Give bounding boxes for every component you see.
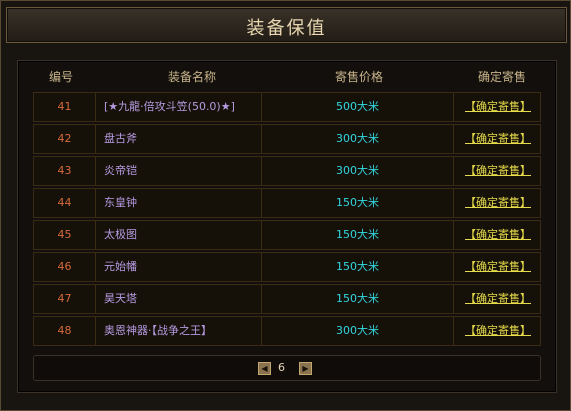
header-action: 确定寄售 (477, 70, 526, 84)
item-id: 42 (34, 125, 96, 153)
item-name: 奥恩神器·【战争之王】 (96, 317, 262, 345)
item-price: 300大米 (262, 157, 454, 185)
item-name: 盘古斧 (96, 125, 262, 153)
table-row: 45 太极图 150大米 【确定寄售】 (33, 220, 541, 250)
confirm-consign-cell: 【确定寄售】 (454, 221, 542, 249)
pagination-bar: ◀ 6 ▶ (33, 355, 541, 381)
table-row: 42 盘古斧 300大米 【确定寄售】 (33, 124, 541, 154)
item-price: 150大米 (262, 253, 454, 281)
item-id: 45 (34, 221, 96, 249)
confirm-consign-link[interactable]: 【确定寄售】 (465, 228, 531, 241)
item-name: 太极图 (96, 221, 262, 249)
item-price: 150大米 (262, 285, 454, 313)
confirm-consign-link[interactable]: 【确定寄售】 (465, 164, 531, 177)
item-name: 昊天塔 (96, 285, 262, 313)
game-window: 装备保值 编号 装备名称 寄售价格 确定寄售 41 [★九龍·倍攻斗笠(50.0… (0, 0, 571, 411)
confirm-consign-cell: 【确定寄售】 (454, 157, 542, 185)
arrow-right-icon[interactable]: ▶ (299, 362, 312, 375)
confirm-consign-link[interactable]: 【确定寄售】 (465, 260, 531, 273)
confirm-consign-link[interactable]: 【确定寄售】 (465, 196, 531, 209)
item-name: 元始幡 (96, 253, 262, 281)
confirm-consign-cell: 【确定寄售】 (454, 285, 542, 313)
table-row: 48 奥恩神器·【战争之王】 300大米 【确定寄售】 (33, 316, 541, 346)
confirm-consign-cell: 【确定寄售】 (454, 125, 542, 153)
confirm-consign-cell: 【确定寄售】 (454, 317, 542, 345)
header-price: 寄售价格 (334, 70, 383, 84)
title-bar: 装备保值 (6, 7, 567, 43)
confirm-consign-cell: 【确定寄售】 (454, 93, 542, 121)
confirm-consign-link[interactable]: 【确定寄售】 (465, 132, 531, 145)
item-price: 150大米 (262, 189, 454, 217)
item-price: 150大米 (262, 221, 454, 249)
header-id: 编号 (48, 70, 73, 84)
item-id: 43 (34, 157, 96, 185)
confirm-consign-cell: 【确定寄售】 (454, 189, 542, 217)
window-title: 装备保值 (246, 18, 327, 39)
item-id: 47 (34, 285, 96, 313)
table-row: 43 炎帝铠 300大米 【确定寄售】 (33, 156, 541, 186)
table-row: 44 东皇钟 150大米 【确定寄售】 (33, 188, 541, 218)
item-id: 44 (34, 189, 96, 217)
item-id: 48 (34, 317, 96, 345)
page-number: 6 (278, 361, 285, 374)
item-price: 300大米 (262, 317, 454, 345)
item-id: 46 (34, 253, 96, 281)
arrow-left-icon[interactable]: ◀ (258, 362, 271, 375)
table-row: 41 [★九龍·倍攻斗笠(50.0)★] 500大米 【确定寄售】 (33, 92, 541, 122)
item-name: 东皇钟 (96, 189, 262, 217)
confirm-consign-link[interactable]: 【确定寄售】 (465, 292, 531, 305)
item-id: 41 (34, 93, 96, 121)
confirm-consign-link[interactable]: 【确定寄售】 (465, 324, 531, 337)
table-row: 47 昊天塔 150大米 【确定寄售】 (33, 284, 541, 314)
table-header: 编号 装备名称 寄售价格 确定寄售 (17, 65, 555, 89)
header-name: 装备名称 (167, 70, 216, 84)
confirm-consign-cell: 【确定寄售】 (454, 253, 542, 281)
table-row: 46 元始幡 150大米 【确定寄售】 (33, 252, 541, 282)
item-price: 300大米 (262, 125, 454, 153)
item-price: 500大米 (262, 93, 454, 121)
confirm-consign-link[interactable]: 【确定寄售】 (465, 100, 531, 113)
item-name: 炎帝铠 (96, 157, 262, 185)
item-name: [★九龍·倍攻斗笠(50.0)★] (96, 93, 262, 121)
